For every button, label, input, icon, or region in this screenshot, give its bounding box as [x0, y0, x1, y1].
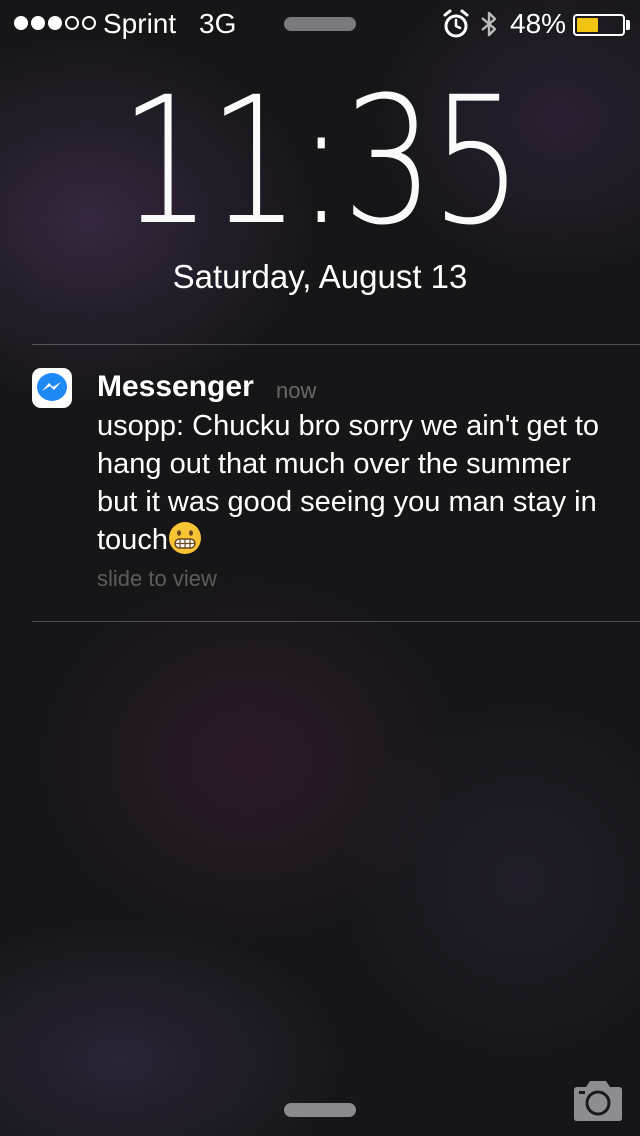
notification-app-name: Messenger [97, 370, 254, 403]
notification-message: usopp: Chucku bro sorry we ain't get to … [97, 407, 617, 559]
battery-tip [626, 20, 630, 30]
carrier-name: Sprint [103, 8, 177, 39]
earpiece-indicator [284, 17, 356, 31]
clock-time: 11:35 [120, 59, 523, 264]
signal-dot [65, 16, 79, 30]
signal-dot [31, 16, 45, 30]
notification-timestamp: now [276, 378, 317, 403]
battery-level [577, 18, 598, 32]
notification-divider-bottom [32, 621, 640, 622]
signal-dot [82, 16, 96, 30]
alarm-icon [443, 9, 469, 38]
slide-to-view-hint[interactable]: slide to view [97, 566, 217, 592]
bluetooth-icon [481, 11, 497, 37]
signal-strength-indicator [14, 16, 96, 30]
signal-dot [14, 16, 28, 30]
battery-percentage: 48% [510, 8, 567, 39]
signal-dot [48, 16, 62, 30]
control-center-grabber[interactable] [284, 1103, 356, 1117]
battery-icon [573, 14, 625, 36]
messenger-icon [32, 368, 72, 408]
status-bar: Sprint 3G 48% [0, 0, 640, 48]
lock-screen-clock: 11:35 [0, 72, 640, 252]
camera-icon[interactable] [570, 1078, 626, 1124]
grimacing-face-emoji-icon [168, 522, 201, 554]
notification-divider-top [32, 344, 640, 345]
network-type: 3G [199, 8, 237, 39]
lock-screen-date: Saturday, August 13 [172, 258, 468, 295]
